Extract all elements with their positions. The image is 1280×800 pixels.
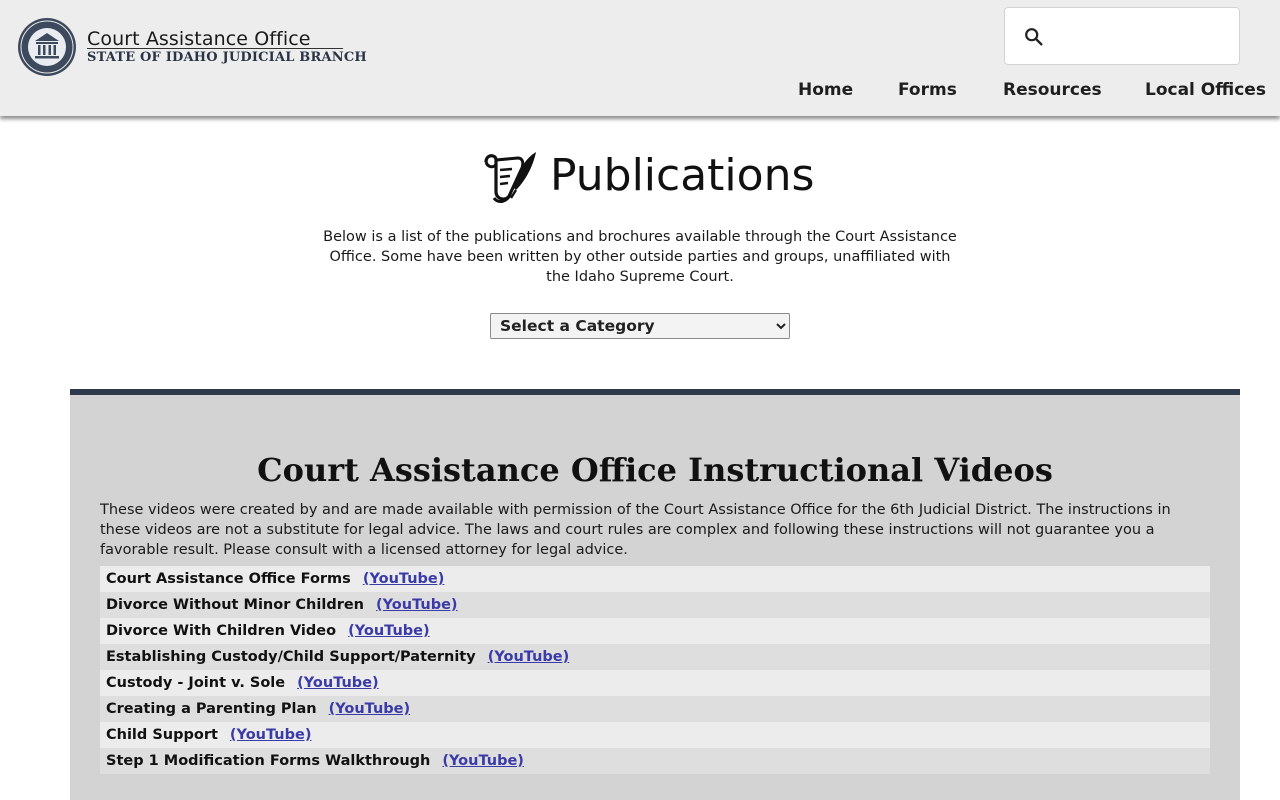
video-title: Step 1 Modification Forms Walkthrough <box>106 753 431 769</box>
list-item: Creating a Parenting Plan (YouTube) <box>100 696 1210 722</box>
brand-divider <box>87 48 343 49</box>
list-item: Court Assistance Office Forms (YouTube) <box>100 566 1210 592</box>
videos-title: Court Assistance Office Instructional Vi… <box>257 451 1053 489</box>
list-item: Establishing Custody/Child Support/Pater… <box>100 644 1210 670</box>
youtube-link[interactable]: (YouTube) <box>329 701 411 717</box>
video-title: Divorce Without Minor Children <box>106 597 365 613</box>
category-select[interactable]: Select a Category <box>490 313 790 339</box>
list-item: Divorce With Children Video (YouTube) <box>100 618 1210 644</box>
videos-section: Court Assistance Office Instructional Vi… <box>70 389 1240 800</box>
video-list: Court Assistance Office Forms (YouTube) D… <box>100 566 1210 774</box>
video-title: Creating a Parenting Plan <box>106 701 317 717</box>
list-item: Step 1 Modification Forms Walkthrough (Yo… <box>100 748 1210 774</box>
search-input[interactable] <box>1053 18 1229 54</box>
nav-home[interactable]: Home <box>798 80 853 100</box>
video-title: Divorce With Children Video <box>106 623 337 639</box>
site-header: Court Assistance Office STATE OF IDAHO J… <box>0 0 1280 116</box>
publications-description: Below is a list of the publications and … <box>323 229 957 285</box>
youtube-link[interactable]: (YouTube) <box>297 675 379 691</box>
page-title: Publications <box>550 150 815 201</box>
nav-forms[interactable]: Forms <box>898 80 957 100</box>
video-title: Custody - Joint v. Sole <box>106 675 286 691</box>
scroll-quill-icon <box>484 152 536 203</box>
search-icon[interactable] <box>1023 26 1045 48</box>
youtube-link[interactable]: (YouTube) <box>376 597 458 613</box>
list-item: Custody - Joint v. Sole (YouTube) <box>100 670 1210 696</box>
video-title: Child Support <box>106 727 218 743</box>
list-item: Child Support (YouTube) <box>100 722 1210 748</box>
youtube-link[interactable]: (YouTube) <box>348 623 430 639</box>
video-title: Establishing Custody/Child Support/Pater… <box>106 649 476 665</box>
youtube-link[interactable]: (YouTube) <box>363 571 445 587</box>
list-item: Divorce Without Minor Children (YouTube) <box>100 592 1210 618</box>
nav-resources[interactable]: Resources <box>1003 80 1102 100</box>
videos-description: These videos were created by and are mad… <box>100 502 1171 558</box>
brand-subtitle[interactable]: STATE OF IDAHO JUDICIAL BRANCH <box>87 50 367 65</box>
video-title: Court Assistance Office Forms <box>106 571 351 587</box>
search-box[interactable] <box>1004 7 1240 65</box>
youtube-link[interactable]: (YouTube) <box>442 753 524 769</box>
court-seal-icon[interactable] <box>17 17 77 77</box>
nav-local-offices[interactable]: Local Offices <box>1145 80 1266 100</box>
youtube-link[interactable]: (YouTube) <box>488 649 570 665</box>
youtube-link[interactable]: (YouTube) <box>230 727 312 743</box>
brand-title[interactable]: Court Assistance Office <box>87 28 311 50</box>
